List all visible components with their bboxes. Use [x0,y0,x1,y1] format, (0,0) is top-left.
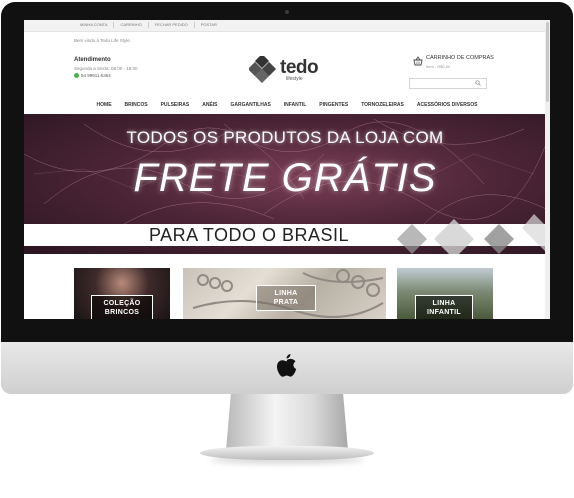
nav-item-gargantilhas[interactable]: GARGANTILHAS [231,102,271,108]
monitor-stand-foot [200,446,374,460]
nav-item-tornozeleiras[interactable]: TORNOZELEIRAS [361,102,404,108]
banner-headline: TODOS OS PRODUTOS DA LOJA COM [126,128,444,147]
cart-items-summary: Item - R$0,00 [426,64,451,69]
top-link-minha-conta[interactable]: MINHA CONTA [74,22,115,28]
nav-item-infantil[interactable]: INFANTIL [284,102,307,108]
nav-item-aneis[interactable]: ANÉIS [202,102,217,108]
atendimento-phone: 54 99911.6364 [74,73,111,78]
browser-screen: MINHA CONTA CARRINHO FECHAR PEDIDO POSTA… [24,20,550,319]
nav-item-brincos[interactable]: BRINCOS [125,102,148,108]
top-links-bar: MINHA CONTA CARRINHO FECHAR PEDIDO POSTA… [24,20,550,32]
welcome-text: Bem vindo à Tedo Life Style. [74,38,131,43]
top-link-carrinho[interactable]: CARRINHO [114,22,149,28]
category-tile-infantil[interactable]: LINHA INFANTIL [397,268,493,319]
top-link-postar[interactable]: POSTAR [195,22,223,28]
search-icon[interactable] [475,80,481,86]
category-tile-prata[interactable]: LINHA PRATA [183,268,386,319]
tile-label-prata: LINHA PRATA [256,285,316,311]
nav-item-home[interactable]: HOME [97,102,112,108]
nav-item-pulseiras[interactable]: PULSEIRAS [161,102,190,108]
basket-icon[interactable] [413,56,423,66]
scrollbar-thumb[interactable] [546,22,549,102]
tile-label-brincos: COLEÇÃO BRINCOS [91,295,153,319]
category-tile-brincos[interactable]: COLEÇÃO BRINCOS [74,268,170,319]
nav-item-pingentes[interactable]: PINGENTES [319,102,348,108]
tile-label-infantil: LINHA INFANTIL [415,295,473,319]
site-logo[interactable]: tedo lifestyle [247,53,329,86]
page-scrollbar[interactable] [545,20,550,319]
atendimento-hours: Segunda a Sexta: 08:00 - 18:00 [74,66,138,71]
cart-title[interactable]: CARRINHO DE COMPRAS [426,55,494,61]
logo-subtitle: lifestyle [286,76,303,82]
banner-main-text: FRETE GRÁTIS [133,156,437,200]
nav-item-acessorios-diversos[interactable]: ACESSÓRIOS DIVERSOS [417,102,478,108]
promo-banner[interactable]: TODOS OS PRODUTOS DA LOJA COM FRETE GRÁT… [24,114,546,254]
banner-decor-shapes [397,214,546,254]
top-link-fechar-pedido[interactable]: FECHAR PEDIDO [149,22,195,28]
logo-diamond-icon [247,53,277,84]
camera-icon [285,10,289,14]
whatsapp-icon [74,73,79,78]
apple-logo-icon [277,354,297,377]
logo-text: tedo [280,57,319,78]
phone-number: 54 99911.6364 [81,73,111,78]
monitor-stand-neck [226,394,348,450]
main-nav: HOME BRINCOS PULSEIRAS ANÉIS GARGANTILHA… [24,98,550,112]
atendimento-title: Atendimento [74,57,111,63]
